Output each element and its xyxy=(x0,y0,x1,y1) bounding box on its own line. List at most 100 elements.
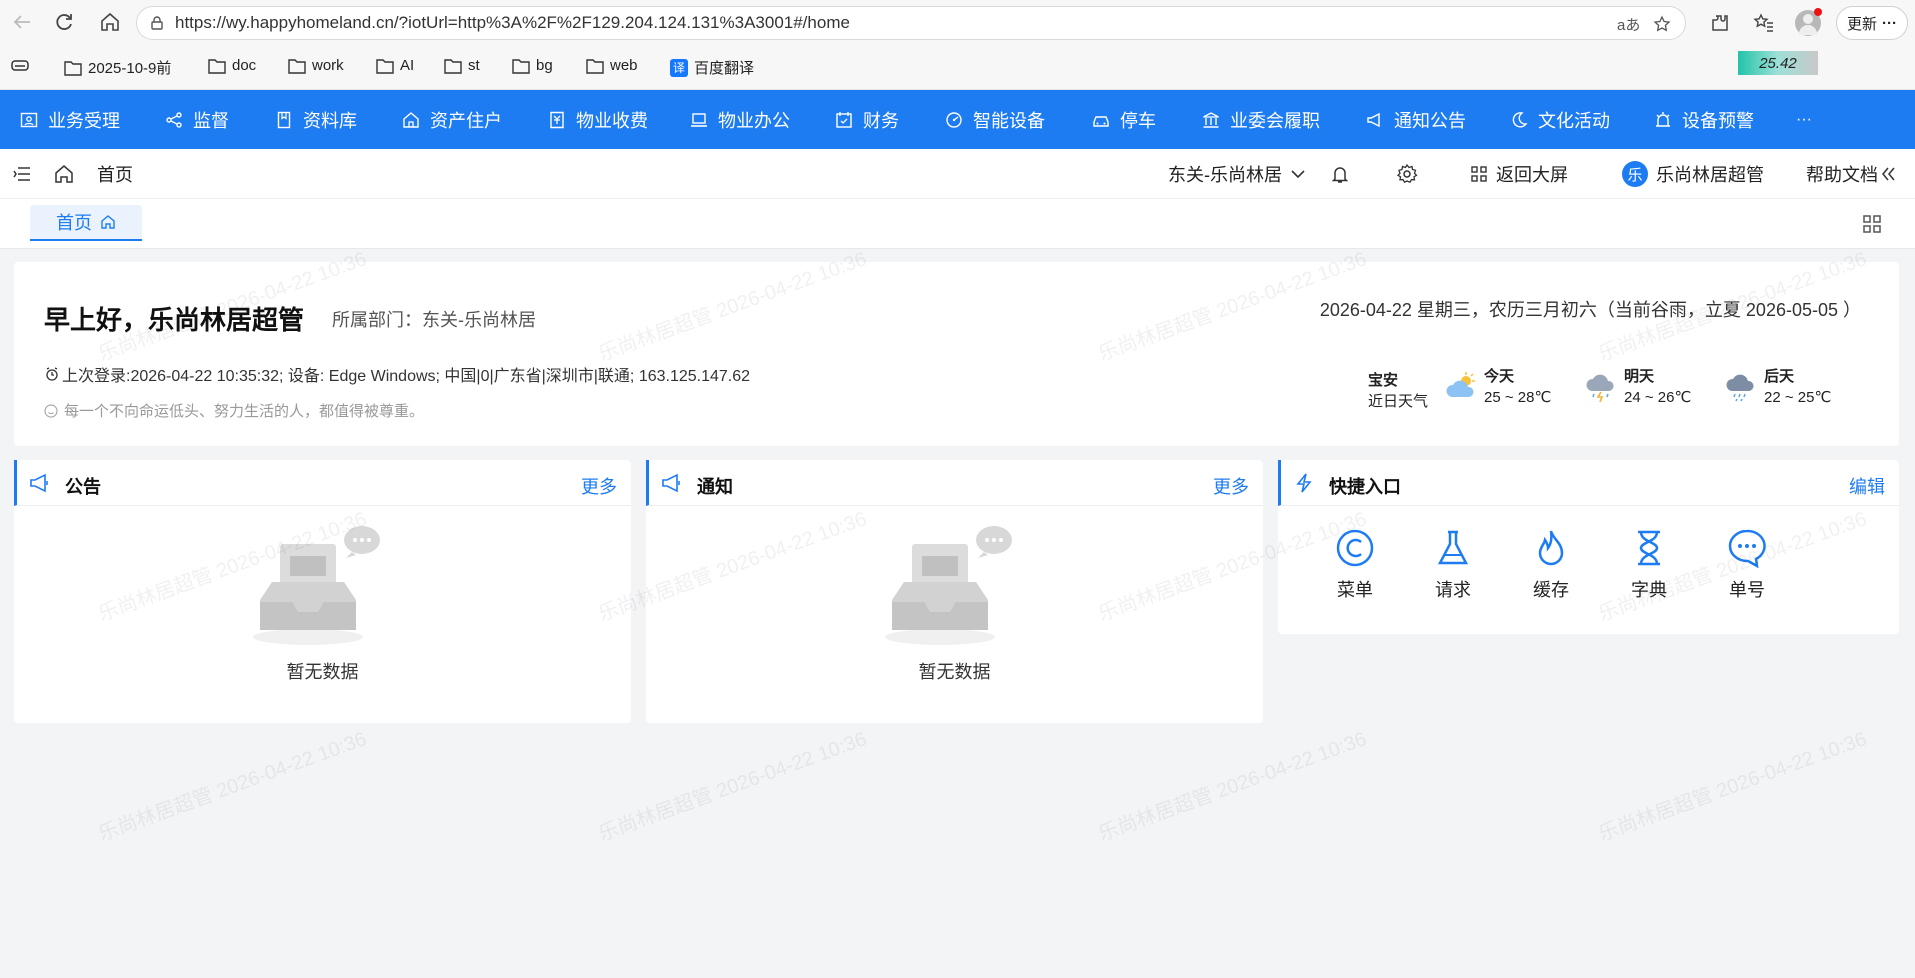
update-button[interactable]: 更新 ··· xyxy=(1836,6,1908,40)
home-icon[interactable] xyxy=(54,149,74,199)
tab-actions-icon[interactable] xyxy=(10,57,30,75)
alarm-clock-icon xyxy=(46,367,58,381)
bookmark-folder-5[interactable]: bg xyxy=(512,57,553,74)
help-docs-link[interactable]: 帮助文档 xyxy=(1806,149,1896,199)
bookmark-folder-6[interactable]: web xyxy=(586,57,638,74)
back-icon[interactable] xyxy=(2,2,42,42)
bookmark-baidu-translate[interactable]: 译 百度翻译 xyxy=(670,57,754,78)
reload-icon[interactable] xyxy=(44,2,84,42)
quick-entry-panel: 快捷入口 编辑 菜单 请求 缓存 字典 单号 xyxy=(1278,460,1899,634)
quick-item-dictionary[interactable]: 字典 xyxy=(1614,528,1684,602)
empty-inbox-icon xyxy=(248,522,398,652)
last-login-text: 上次登录:2026-04-22 10:35:32; 设备: Edge Windo… xyxy=(62,368,751,385)
flask-icon xyxy=(1437,530,1469,565)
hourglass-icon xyxy=(1638,530,1660,566)
bookmark-folder-0[interactable]: 2025-10-9前 xyxy=(64,57,171,78)
quick-item-serial[interactable]: 单号 xyxy=(1712,528,1782,602)
nav-item-4[interactable]: 物业收费 xyxy=(548,90,648,149)
user-menu[interactable]: 乐 乐尚林居超管 xyxy=(1622,149,1764,199)
weather-range: 25 ~ 28℃ xyxy=(1484,389,1552,406)
nav-item-5[interactable]: 物业办公 xyxy=(690,90,790,149)
lightning-icon xyxy=(1293,472,1315,494)
chat-dots-icon xyxy=(1728,529,1766,568)
nav-item-10[interactable]: 通知公告 xyxy=(1366,90,1466,149)
motto: 每一个不向命运低头、努力生活的人，都值得被尊重。 xyxy=(44,400,424,421)
nav-more-button[interactable]: ··· xyxy=(1796,90,1812,149)
panel-title: 通知 xyxy=(697,477,733,497)
back-to-screen-button[interactable]: 返回大屏 xyxy=(1470,149,1568,199)
read-aloud-icon[interactable]: aあ xyxy=(1617,14,1640,35)
watermark-text: 乐尚林居超管 2026-04-22 10:36 xyxy=(595,728,870,846)
bookmark-folder-3[interactable]: AI xyxy=(376,57,414,74)
breadcrumb-home[interactable]: 首页 xyxy=(97,149,133,199)
nav-item-0[interactable]: 业务受理 xyxy=(20,90,120,149)
menu-collapse-icon[interactable] xyxy=(12,149,32,199)
department-label: 所属部门：东关-乐尚林居 xyxy=(332,310,536,330)
rain-icon xyxy=(1726,374,1754,402)
address-bar[interactable]: https://wy.happyhomeland.cn/?iotUrl=http… xyxy=(136,6,1686,40)
tab-home[interactable]: 首页 xyxy=(30,205,142,241)
dashboard-icon xyxy=(946,111,962,128)
empty-text: 暂无数据 xyxy=(286,662,359,682)
more-link[interactable]: 更多 xyxy=(581,473,617,499)
nav-item-11[interactable]: 文化活动 xyxy=(1510,90,1610,149)
nav-item-2[interactable]: 资料库 xyxy=(275,90,357,149)
tab-home-label: 首页 xyxy=(56,213,92,233)
nav-item-6[interactable]: 财务 xyxy=(835,90,899,149)
url-text[interactable]: https://wy.happyhomeland.cn/?iotUrl=http… xyxy=(175,13,850,33)
more-link[interactable]: 更多 xyxy=(1213,473,1249,499)
smile-icon xyxy=(44,403,58,418)
bookmarks-bar: 2025-10-9前 doc work AI st bg web 译 百度翻译 xyxy=(0,45,1915,90)
bookmark-folder-1[interactable]: doc xyxy=(208,57,256,74)
time-badge: 25.42 xyxy=(1738,51,1818,75)
nav-item-7[interactable]: 智能设备 xyxy=(945,90,1045,149)
quick-item-request[interactable]: 请求 xyxy=(1418,528,1488,602)
header-bar: 首页 东关-乐尚林居 返回大屏 乐 乐尚林居超管 帮助文档 xyxy=(0,149,1915,199)
browser-toolbar: https://wy.happyhomeland.cn/?iotUrl=http… xyxy=(0,0,1915,45)
watermark-text: 乐尚林居超管 2026-04-22 10:36 xyxy=(1595,728,1870,846)
calendar-icon xyxy=(836,111,852,128)
gear-icon[interactable] xyxy=(1396,149,1418,199)
bookmark-folder-4[interactable]: st xyxy=(444,57,480,74)
home-icon[interactable] xyxy=(90,2,130,42)
site-info-icon[interactable] xyxy=(149,15,165,31)
announcement-panel: 公告 更多 暂无数据 xyxy=(14,460,631,723)
more-dots-icon: ··· xyxy=(1882,14,1897,32)
weather-city: 宝安 xyxy=(1368,372,1399,389)
quick-item-menu[interactable]: 菜单 xyxy=(1320,528,1390,602)
panel-title: 快捷入口 xyxy=(1329,477,1401,497)
nav-item-8[interactable]: 停车 xyxy=(1092,90,1156,149)
nav-item-9[interactable]: 业委会履职 xyxy=(1202,90,1320,149)
notice-panel: 通知 更多 暂无数据 xyxy=(646,460,1263,723)
megaphone-icon xyxy=(29,472,51,494)
nav-item-1[interactable]: 监督 xyxy=(165,90,229,149)
favorites-icon[interactable] xyxy=(1744,0,1784,45)
nav-item-3[interactable]: 资产住户 xyxy=(402,90,502,149)
sun-cloud-icon xyxy=(1446,372,1475,397)
thunder-rain-icon xyxy=(1586,374,1614,403)
edit-link[interactable]: 编辑 xyxy=(1849,473,1885,499)
folder-icon xyxy=(512,58,530,74)
weather-day-1: 明天 24 ~ 26℃ xyxy=(1586,366,1691,408)
double-chevron-left-icon xyxy=(1882,167,1895,181)
folder-icon xyxy=(64,60,82,76)
tab-grid-icon[interactable] xyxy=(1862,214,1882,234)
weather-day-name: 今天 xyxy=(1484,368,1515,385)
quick-item-cache[interactable]: 缓存 xyxy=(1516,528,1586,602)
tab-bar: 首页 xyxy=(0,199,1915,249)
house-icon xyxy=(403,111,419,128)
bookmark-folder-2[interactable]: work xyxy=(288,57,344,74)
watermark-text: 乐尚林居超管 2026-04-22 10:36 xyxy=(95,728,370,846)
weather-label: 近日天气 xyxy=(1368,393,1429,410)
grid-icon xyxy=(1471,166,1487,182)
favorite-star-icon[interactable] xyxy=(1653,15,1671,33)
megaphone-icon xyxy=(1367,112,1380,127)
bell-icon[interactable] xyxy=(1330,149,1350,199)
home-icon xyxy=(101,215,115,229)
community-select[interactable]: 东关-乐尚林居 xyxy=(1168,149,1306,199)
megaphone-icon xyxy=(661,472,683,494)
nav-item-12[interactable]: 设备预警 xyxy=(1654,90,1754,149)
profile-avatar-icon[interactable] xyxy=(1788,0,1828,45)
extensions-icon[interactable] xyxy=(1700,0,1740,45)
weather-day-name: 明天 xyxy=(1624,368,1655,385)
